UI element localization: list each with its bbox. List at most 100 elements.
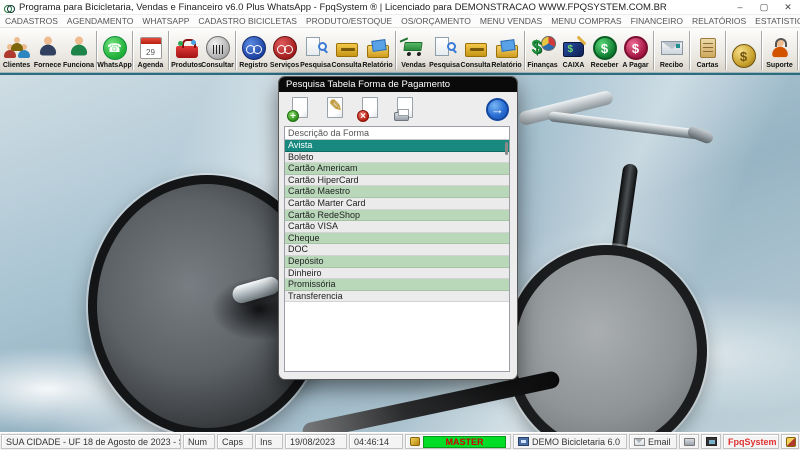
drawer-icon bbox=[462, 34, 490, 62]
status-time: 04:46:14 bbox=[349, 434, 403, 449]
list-item[interactable]: Cartão Americam bbox=[285, 163, 509, 175]
toolbar-button-agenda[interactable]: Agenda bbox=[135, 29, 166, 72]
menu-compras[interactable]: MENU COMPRAS bbox=[551, 16, 621, 26]
toolbar-button-financas[interactable]: Finanças bbox=[527, 29, 558, 72]
payment-forms-list[interactable]: Descrição da Forma Avista Boleto Cartão … bbox=[284, 126, 510, 372]
list-item[interactable]: Cartão Marter Card bbox=[285, 198, 509, 210]
list-item-selected[interactable]: Avista bbox=[285, 140, 509, 152]
toolbar-label: Receber bbox=[591, 62, 619, 70]
toolbar-label: Consultar bbox=[201, 62, 234, 70]
menu-vendas[interactable]: MENU VENDAS bbox=[480, 16, 542, 26]
list-item[interactable]: Cheque bbox=[285, 233, 509, 245]
toolbar-button-pesquisa-os[interactable]: Pesquisa bbox=[300, 29, 331, 72]
receive-dollar-icon bbox=[591, 34, 619, 62]
toolbar-button-receber[interactable]: Receber bbox=[589, 29, 620, 72]
toolbar-button-registro[interactable]: Registro bbox=[238, 29, 269, 72]
toolbar-button-servicos[interactable]: Serviços bbox=[269, 29, 300, 72]
clients-icon bbox=[3, 34, 31, 62]
list-item[interactable]: Cartão Maestro bbox=[285, 186, 509, 198]
payment-form-search-dialog: Pesquisa Tabela Forma de Pagamento Descr… bbox=[278, 76, 518, 380]
toolbar-button-moeda[interactable] bbox=[728, 29, 759, 72]
toolbar-button-suporte[interactable]: Suporte bbox=[764, 29, 795, 72]
bicycle-handlebar bbox=[548, 111, 710, 141]
list-item[interactable]: Cartão RedeShop bbox=[285, 210, 509, 222]
toolbar-label: Consulta bbox=[332, 62, 362, 70]
close-button[interactable] bbox=[776, 0, 800, 14]
toolbar-button-relatorio-os[interactable]: Relatório bbox=[362, 29, 393, 72]
list-column-header[interactable]: Descrição da Forma bbox=[285, 127, 509, 140]
menu-produto-estoque[interactable]: PRODUTO/ESTOQUE bbox=[306, 16, 392, 26]
toolbar-button-consulta-vendas[interactable]: Consulta bbox=[460, 29, 491, 72]
list-item[interactable]: Depósito bbox=[285, 256, 509, 268]
delete-record-button[interactable] bbox=[357, 95, 383, 123]
toolbar-label: Fornece bbox=[34, 62, 61, 70]
cart-icon bbox=[400, 34, 428, 62]
add-record-button[interactable] bbox=[287, 95, 313, 123]
list-item[interactable]: Boleto bbox=[285, 152, 509, 164]
delete-x-icon bbox=[357, 110, 369, 122]
toolbar-button-pesquisa-vendas[interactable]: Pesquisa bbox=[429, 29, 460, 72]
toolbar-label: Finanças bbox=[527, 62, 557, 70]
toolbar-separator bbox=[725, 31, 726, 70]
list-item[interactable]: Dinheiro bbox=[285, 268, 509, 280]
status-date: 19/08/2023 bbox=[285, 434, 347, 449]
menu-estatistica[interactable]: ESTATISTICA bbox=[755, 16, 800, 26]
forward-close-button[interactable] bbox=[486, 98, 509, 121]
toolbar-button-clientes[interactable]: Clientes bbox=[1, 29, 32, 72]
calendar-icon bbox=[137, 34, 165, 62]
toolbar-separator bbox=[168, 31, 169, 70]
edit-record-button[interactable] bbox=[322, 95, 348, 123]
status-email-panel[interactable]: Email bbox=[629, 434, 677, 449]
list-item[interactable]: Transferencia bbox=[285, 291, 509, 303]
menu-os-orcamento[interactable]: OS/ORÇAMENTO bbox=[401, 16, 471, 26]
window-controls bbox=[728, 0, 800, 14]
products-toolbox-icon bbox=[173, 34, 201, 62]
monitor-icon bbox=[706, 437, 717, 446]
toolbar-button-fornecedor[interactable]: Fornece bbox=[32, 29, 63, 72]
print-list-button[interactable] bbox=[392, 95, 418, 123]
toolbar-button-relatorio-vendas[interactable]: Relatório bbox=[491, 29, 522, 72]
toolbar-button-funcionario[interactable]: Funciona bbox=[63, 29, 94, 72]
toolbar-label: Produtos bbox=[171, 62, 202, 70]
toolbar-button-consulta-os[interactable]: Consulta bbox=[331, 29, 362, 72]
toolbar-button-produtos[interactable]: Produtos bbox=[171, 29, 202, 72]
menu-cadastros[interactable]: CADASTROS bbox=[5, 16, 58, 26]
toolbar-label: A Pagar bbox=[622, 62, 648, 70]
status-insert: Ins bbox=[255, 434, 283, 449]
toolbar-label: Recibo bbox=[660, 62, 683, 70]
toolbar-button-caixa[interactable]: CAIXA bbox=[558, 29, 589, 72]
menu-financeiro[interactable]: FINANCEIRO bbox=[631, 16, 683, 26]
status-location: SUA CIDADE - UF 18 de Agosto de 2023 - S… bbox=[1, 434, 181, 449]
dialog-toolbar bbox=[279, 92, 517, 126]
maximize-button[interactable] bbox=[752, 0, 776, 14]
toolbar-button-vendas[interactable]: Vendas bbox=[398, 29, 429, 72]
dialog-title-bar[interactable]: Pesquisa Tabela Forma de Pagamento bbox=[279, 77, 517, 92]
status-printer-panel[interactable] bbox=[679, 434, 699, 449]
status-monitor-panel[interactable] bbox=[701, 434, 721, 449]
list-item[interactable]: Promissória bbox=[285, 279, 509, 291]
toolbar-button-recibo[interactable]: Recibo bbox=[656, 29, 687, 72]
menu-relatorios[interactable]: RELATÓRIOS bbox=[692, 16, 746, 26]
list-item[interactable]: Cartão HiperCard bbox=[285, 175, 509, 187]
menu-agendamento[interactable]: AGENDAMENTO bbox=[67, 16, 133, 26]
toolbar-label: Registro bbox=[239, 62, 267, 70]
search-doc-icon bbox=[431, 34, 459, 62]
printer-icon bbox=[684, 438, 695, 446]
coin-icon bbox=[730, 42, 758, 70]
toolbar-button-whatsapp[interactable]: WhatsApp bbox=[99, 29, 130, 72]
drawer-icon bbox=[333, 34, 361, 62]
toolbar-separator bbox=[132, 31, 133, 70]
list-scrollbar-thumb[interactable] bbox=[505, 142, 508, 155]
receipt-envelope-icon bbox=[658, 34, 686, 62]
menu-whatsapp[interactable]: WHATSAPP bbox=[142, 16, 189, 26]
toolbar-label: Relatório bbox=[362, 62, 392, 70]
toolbar-button-apagar[interactable]: A Pagar bbox=[620, 29, 651, 72]
list-item[interactable]: DOC bbox=[285, 244, 509, 256]
menu-cadastro-bicicletas[interactable]: CADASTRO BICICLETAS bbox=[198, 16, 297, 26]
minimize-button[interactable] bbox=[728, 0, 752, 14]
toolbar-button-consultar-produtos[interactable]: Consultar bbox=[202, 29, 233, 72]
list-item[interactable]: Cartão VISA bbox=[285, 221, 509, 233]
fpq-logo-icon bbox=[786, 437, 796, 447]
toolbar-button-cartas[interactable]: Cartas bbox=[692, 29, 723, 72]
supplier-icon bbox=[34, 34, 62, 62]
